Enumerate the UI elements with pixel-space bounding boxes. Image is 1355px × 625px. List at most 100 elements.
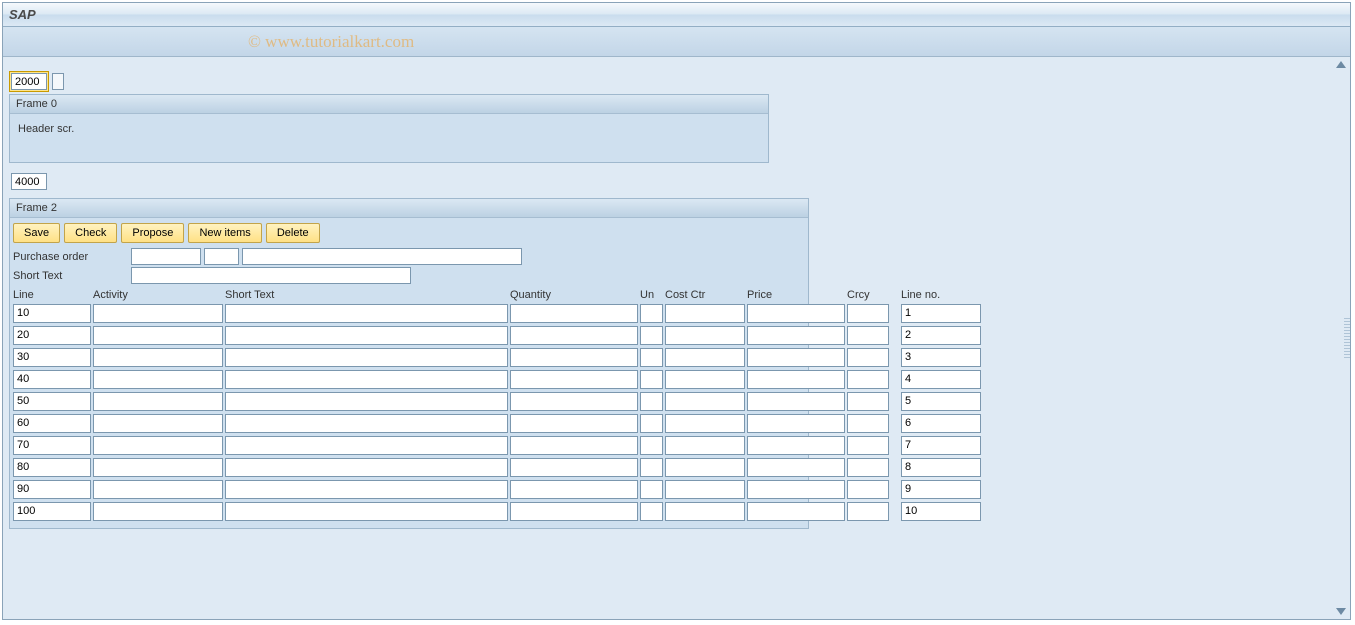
cost-ctr-cell[interactable] [665,414,745,433]
line-no-cell[interactable] [901,392,981,411]
line-cell[interactable] [13,370,91,389]
line-cell[interactable] [13,414,91,433]
price-cell[interactable] [747,458,845,477]
un-cell[interactable] [640,348,663,367]
un-cell[interactable] [640,326,663,345]
line-cell[interactable] [13,392,91,411]
un-cell[interactable] [640,304,663,323]
quantity-cell[interactable] [510,436,638,455]
activity-cell[interactable] [93,392,223,411]
line-no-cell[interactable] [901,348,981,367]
screen-number-2-input[interactable] [11,173,47,190]
purchase-order-field-3[interactable] [242,248,522,265]
line-cell[interactable] [13,348,91,367]
quantity-cell[interactable] [510,502,638,521]
crcy-cell[interactable] [847,414,889,433]
short-text-cell[interactable] [225,480,508,499]
crcy-cell[interactable] [847,304,889,323]
crcy-cell[interactable] [847,348,889,367]
line-cell[interactable] [13,436,91,455]
line-no-cell[interactable] [901,326,981,345]
un-cell[interactable] [640,436,663,455]
activity-cell[interactable] [93,414,223,433]
short-text-cell[interactable] [225,502,508,521]
line-no-cell[interactable] [901,370,981,389]
line-cell[interactable] [13,480,91,499]
activity-cell[interactable] [93,480,223,499]
short-text-cell[interactable] [225,414,508,433]
screen-number-0-input[interactable] [11,73,47,90]
quantity-cell[interactable] [510,304,638,323]
price-cell[interactable] [747,304,845,323]
scroll-up-icon[interactable] [1336,61,1346,68]
price-cell[interactable] [747,392,845,411]
crcy-cell[interactable] [847,370,889,389]
un-cell[interactable] [640,370,663,389]
quantity-cell[interactable] [510,348,638,367]
price-cell[interactable] [747,414,845,433]
purchase-order-field-2[interactable] [204,248,239,265]
activity-cell[interactable] [93,502,223,521]
short-text-cell[interactable] [225,348,508,367]
price-cell[interactable] [747,370,845,389]
quantity-cell[interactable] [510,414,638,433]
new-items-button[interactable]: New items [188,223,261,243]
price-cell[interactable] [747,436,845,455]
un-cell[interactable] [640,414,663,433]
crcy-cell[interactable] [847,326,889,345]
cost-ctr-cell[interactable] [665,502,745,521]
scroll-grip-icon[interactable] [1344,318,1350,358]
quantity-cell[interactable] [510,326,638,345]
un-cell[interactable] [640,392,663,411]
cost-ctr-cell[interactable] [665,392,745,411]
cost-ctr-cell[interactable] [665,480,745,499]
save-button[interactable]: Save [13,223,60,243]
line-cell[interactable] [13,326,91,345]
crcy-cell[interactable] [847,480,889,499]
activity-cell[interactable] [93,436,223,455]
check-button[interactable]: Check [64,223,117,243]
price-cell[interactable] [747,480,845,499]
activity-cell[interactable] [93,458,223,477]
cost-ctr-cell[interactable] [665,348,745,367]
line-cell[interactable] [13,502,91,521]
cost-ctr-cell[interactable] [665,304,745,323]
un-cell[interactable] [640,458,663,477]
price-cell[interactable] [747,348,845,367]
cost-ctr-cell[interactable] [665,326,745,345]
quantity-cell[interactable] [510,370,638,389]
price-cell[interactable] [747,326,845,345]
activity-cell[interactable] [93,326,223,345]
purchase-order-field-1[interactable] [131,248,201,265]
short-text-cell[interactable] [225,326,508,345]
activity-cell[interactable] [93,348,223,367]
line-no-cell[interactable] [901,458,981,477]
short-text-cell[interactable] [225,392,508,411]
screen-number-0-extra[interactable] [52,73,64,90]
crcy-cell[interactable] [847,436,889,455]
line-no-cell[interactable] [901,436,981,455]
activity-cell[interactable] [93,370,223,389]
line-no-cell[interactable] [901,414,981,433]
crcy-cell[interactable] [847,458,889,477]
line-no-cell[interactable] [901,502,981,521]
cost-ctr-cell[interactable] [665,370,745,389]
scroll-down-icon[interactable] [1336,608,1346,615]
propose-button[interactable]: Propose [121,223,184,243]
delete-button[interactable]: Delete [266,223,320,243]
cost-ctr-cell[interactable] [665,436,745,455]
price-cell[interactable] [747,502,845,521]
short-text-cell[interactable] [225,458,508,477]
quantity-cell[interactable] [510,458,638,477]
line-no-cell[interactable] [901,304,981,323]
cost-ctr-cell[interactable] [665,458,745,477]
short-text-field[interactable] [131,267,411,284]
crcy-cell[interactable] [847,502,889,521]
line-cell[interactable] [13,304,91,323]
short-text-cell[interactable] [225,436,508,455]
activity-cell[interactable] [93,304,223,323]
quantity-cell[interactable] [510,480,638,499]
short-text-cell[interactable] [225,304,508,323]
un-cell[interactable] [640,480,663,499]
un-cell[interactable] [640,502,663,521]
